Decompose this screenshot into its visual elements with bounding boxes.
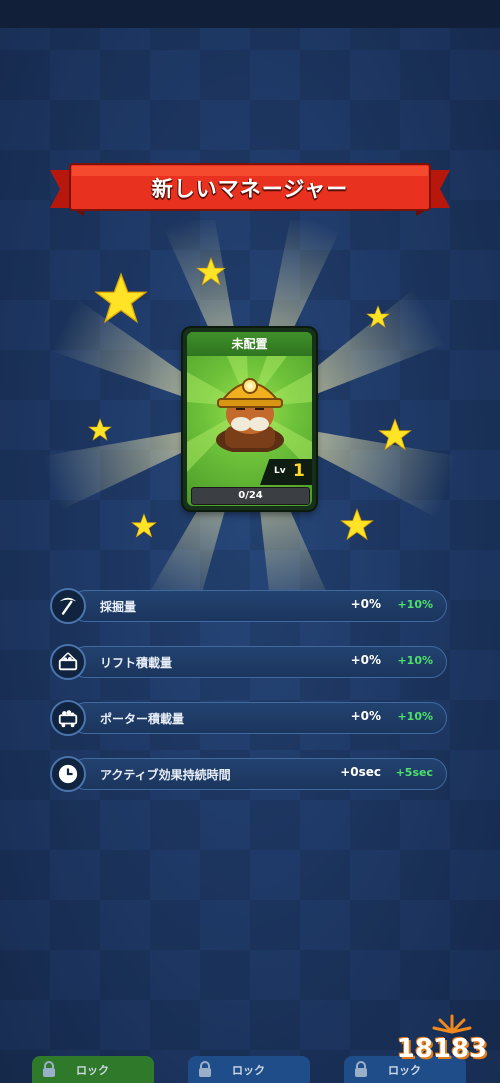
banner-title: 新しいマネージャー [151, 177, 349, 201]
lock-icon [199, 1061, 211, 1077]
stat-row-mining: 採掘量 +0% +10% [50, 588, 447, 624]
stat-row-lift: リフト積載量 +0% +10% [50, 644, 447, 680]
stat-bonus: +5sec [395, 766, 433, 779]
stat-row-active-duration: アクティブ効果持続時間 +0sec +5sec [50, 756, 447, 792]
mine-cart-icon [50, 700, 86, 736]
stat-label: リフト積載量 [100, 656, 173, 670]
bottom-tab-2[interactable]: ロック [188, 1056, 310, 1083]
manager-card[interactable]: 未配置 Lv 1 0/24 [183, 328, 316, 510]
title-banner: 新しいマネージャー [50, 160, 450, 220]
watermark-logo: 18183 [392, 1012, 492, 1072]
stat-bonus: +10% [397, 710, 433, 723]
tab-label: ロック [232, 1064, 265, 1077]
stat-row-porter: ポーター積載量 +0% +10% [50, 700, 447, 736]
star-icon [378, 418, 412, 451]
level-label: Lv [274, 466, 286, 476]
lock-icon [43, 1061, 55, 1077]
tab-label: ロック [76, 1064, 109, 1077]
miner-manager-icon [216, 378, 284, 452]
stat-value: +0% [350, 709, 381, 723]
stat-value: +0% [350, 597, 381, 611]
card-status: 未配置 [187, 332, 312, 356]
card-progress: 0/24 [191, 487, 310, 505]
top-bar [0, 0, 500, 28]
star-icon [340, 508, 374, 541]
star-icon [366, 305, 390, 328]
stat-label: ポーター積載量 [100, 712, 185, 726]
stat-label: アクティブ効果持続時間 [100, 768, 231, 782]
stat-bonus: +10% [397, 654, 433, 667]
pickaxe-icon [50, 588, 86, 624]
level-value: 1 [293, 461, 305, 481]
stat-value: +0% [350, 653, 381, 667]
clock-icon [50, 756, 86, 792]
stat-bonus: +10% [397, 598, 433, 611]
star-icon [196, 257, 226, 286]
stat-label: 採掘量 [100, 600, 137, 614]
star-icon [94, 272, 148, 324]
lift-cart-icon [50, 644, 86, 680]
lock-icon [355, 1061, 367, 1077]
star-icon [88, 418, 112, 441]
stat-value: +0sec [340, 765, 381, 779]
watermark-text: 18183 [396, 1034, 488, 1064]
bottom-tab-1[interactable]: ロック [32, 1056, 154, 1083]
star-icon [131, 513, 157, 538]
